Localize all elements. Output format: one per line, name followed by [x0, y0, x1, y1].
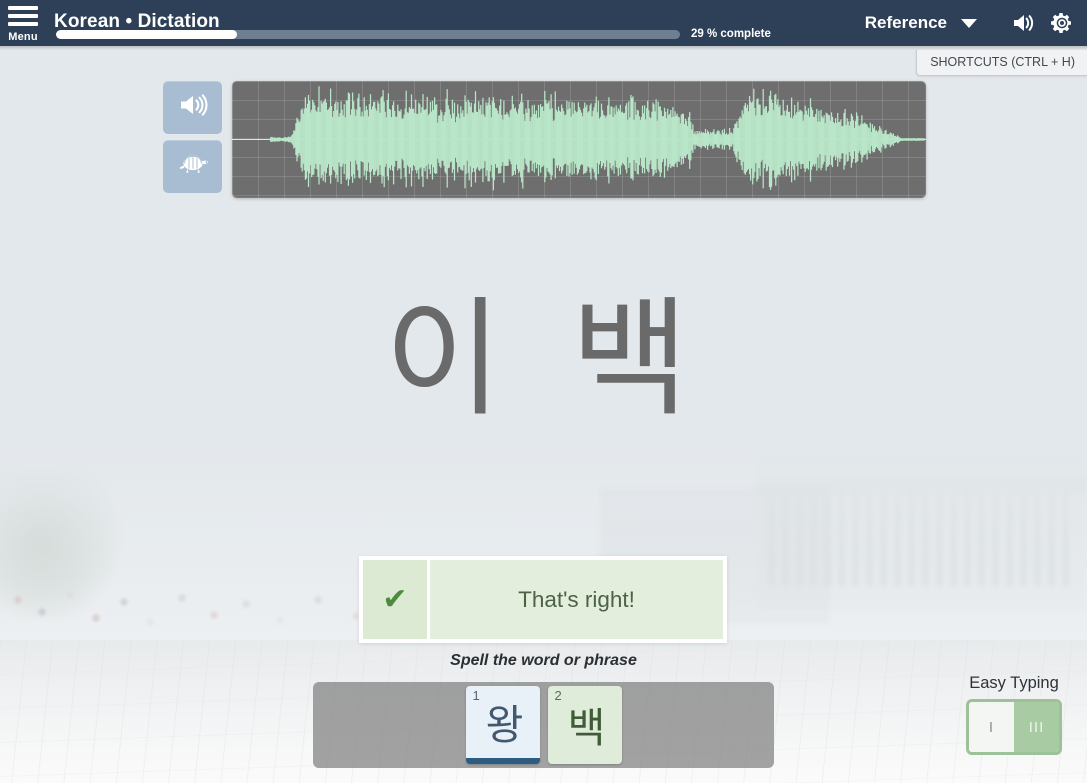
- turtle-icon: [176, 152, 210, 181]
- answer-tile-2[interactable]: 2 백: [547, 686, 622, 764]
- easy-typing-option-off[interactable]: I: [969, 702, 1014, 752]
- slow-audio-button[interactable]: [163, 140, 222, 193]
- easy-typing-label: Easy Typing: [969, 674, 1059, 692]
- waveform-panel[interactable]: [232, 81, 926, 198]
- waveform-plot: [232, 86, 926, 191]
- progress-bar[interactable]: [56, 29, 680, 39]
- header-shadow: [0, 46, 1087, 50]
- progress-bar-fill: [56, 29, 237, 39]
- gear-icon[interactable]: [1045, 6, 1079, 40]
- chevron-down-icon[interactable]: [961, 18, 977, 28]
- answer-tile-2-char: 백: [567, 704, 606, 752]
- answer-tile-1[interactable]: 1 왕: [465, 686, 540, 764]
- easy-typing-toggle[interactable]: I III: [966, 699, 1062, 755]
- background-tree: [0, 470, 120, 620]
- answer-tile-2-number: 2: [554, 688, 562, 703]
- shortcuts-tab[interactable]: SHORTCUTS (CTRL + H): [916, 50, 1087, 76]
- dictation-app: Menu Korean • Dictation 29 % complete Re…: [0, 0, 1087, 783]
- background-building: [757, 450, 1087, 610]
- feedback-message: That's right!: [430, 560, 723, 639]
- play-audio-button[interactable]: [163, 81, 222, 134]
- answer-tile-1-char: 왕: [485, 701, 524, 749]
- volume-icon[interactable]: [1007, 6, 1041, 40]
- audio-buttons: [163, 81, 222, 198]
- easy-typing-option-on[interactable]: III: [1014, 702, 1059, 752]
- audio-row: [163, 81, 926, 198]
- speaker-icon: [178, 92, 208, 123]
- reference-button[interactable]: Reference: [865, 13, 947, 33]
- answer-tile-1-number: 1: [472, 688, 480, 703]
- check-icon: ✔: [363, 560, 427, 639]
- feedback-banner: ✔ That's right!: [359, 556, 727, 643]
- prompt-word: 이 백: [384, 285, 703, 434]
- menu-button-label: Menu: [8, 30, 38, 43]
- menu-button[interactable]: Menu: [0, 0, 46, 46]
- header-right-controls: Reference: [865, 0, 1079, 46]
- easy-typing-control: Easy Typing I III: [959, 674, 1069, 755]
- spell-instruction: Spell the word or phrase: [450, 652, 637, 669]
- hamburger-icon: [8, 5, 38, 30]
- top-header-bar: Menu Korean • Dictation 29 % complete Re…: [0, 0, 1087, 46]
- progress-label: 29 % complete: [691, 28, 771, 40]
- answer-tile-tray: 1 왕 2 백: [313, 682, 774, 768]
